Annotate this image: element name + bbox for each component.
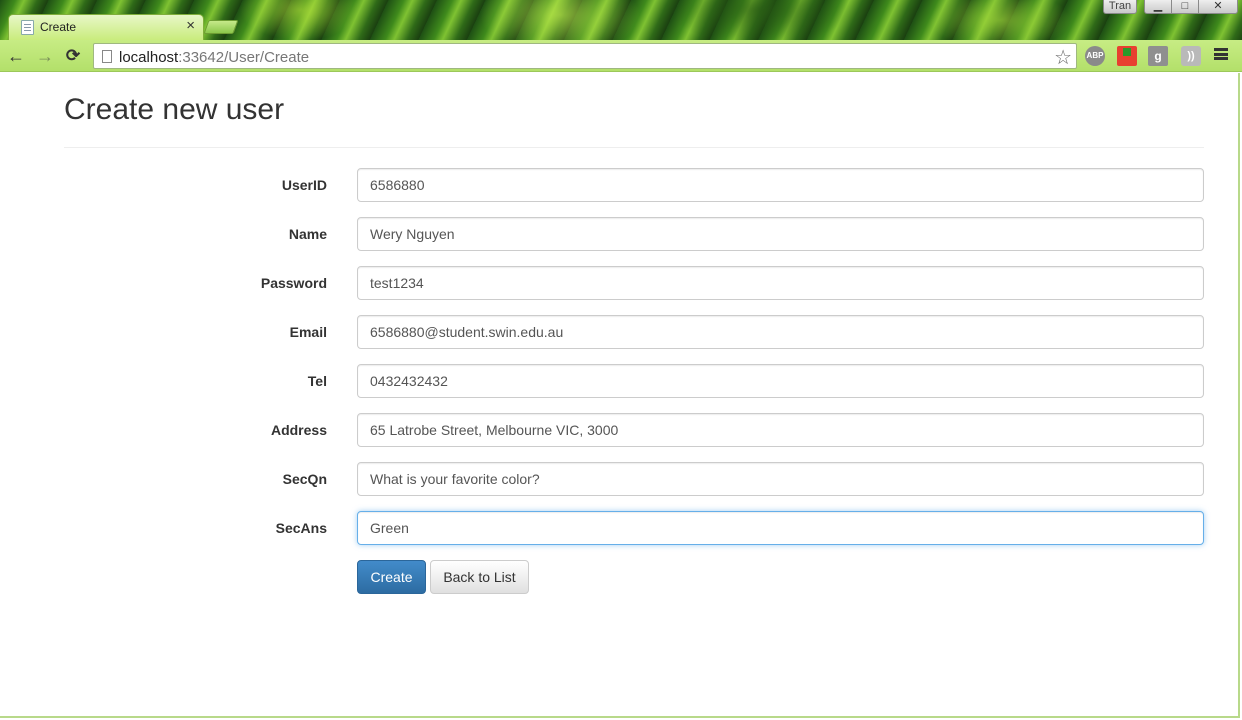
secans-label: SecAns (275, 520, 327, 536)
back-to-list-button[interactable]: Back to List (430, 560, 529, 594)
tel-field[interactable] (357, 364, 1204, 398)
secqn-field[interactable] (357, 462, 1204, 496)
new-tab-button[interactable] (203, 20, 239, 34)
page-icon (21, 20, 34, 35)
form-row-name: Name (0, 217, 1240, 251)
url-path: :33642/User/Create (178, 49, 310, 66)
create-button[interactable]: Create (357, 560, 426, 594)
menu-icon[interactable] (1214, 48, 1228, 60)
page-title: Create new user (64, 93, 285, 126)
tab-create[interactable]: Create × (8, 14, 204, 40)
back-arrow-icon[interactable]: ← (5, 45, 27, 67)
password-field[interactable] (357, 266, 1204, 300)
form-row-secqn: SecQn (0, 462, 1240, 496)
name-field[interactable] (357, 217, 1204, 251)
form-row-address: Address (0, 413, 1240, 447)
email-label: Email (289, 324, 327, 340)
url-text[interactable]: localhost:33642/User/Create (119, 49, 309, 66)
tel-label: Tel (307, 373, 327, 389)
email-field[interactable] (357, 315, 1204, 349)
userid-label: UserID (281, 177, 327, 193)
google-plus-icon[interactable]: g (1148, 46, 1168, 66)
form-row-userid: UserID (0, 168, 1240, 202)
form-row-email: Email (0, 315, 1240, 349)
secans-field[interactable] (357, 511, 1204, 545)
address-bar[interactable]: localhost:33642/User/Create ☆ (93, 43, 1077, 69)
maximize-button[interactable]: □ (1171, 0, 1199, 14)
profile-badge[interactable]: Tran (1103, 0, 1137, 14)
tab-close-icon[interactable]: × (186, 17, 195, 34)
rss-icon[interactable]: )) (1181, 46, 1201, 66)
userid-field[interactable] (357, 168, 1204, 202)
password-label: Password (260, 275, 327, 291)
minimize-button[interactable]: ▁ (1144, 0, 1172, 14)
forward-arrow-icon[interactable]: → (34, 45, 56, 67)
reload-icon[interactable]: ⟳ (62, 45, 84, 67)
tab-title: Create (40, 20, 77, 34)
form-row-password: Password (0, 266, 1240, 300)
extension-icon[interactable] (1117, 46, 1137, 66)
divider (64, 147, 1204, 148)
bookmark-star-icon[interactable]: ☆ (1054, 45, 1072, 70)
form-row-tel: Tel (0, 364, 1240, 398)
close-window-button[interactable]: ✕ (1198, 0, 1238, 14)
url-host: localhost (119, 49, 179, 66)
form-row-secans: SecAns (0, 511, 1240, 545)
name-label: Name (288, 226, 327, 242)
secqn-label: SecQn (282, 471, 327, 487)
window-titlebar: Create × Tran ▁ □ ✕ (0, 0, 1242, 40)
page-icon (102, 50, 112, 63)
page-viewport: Create new user UserID Name Password Ema… (0, 73, 1240, 718)
address-label: Address (270, 422, 327, 438)
address-field[interactable] (357, 413, 1204, 447)
browser-toolbar: ← → ⟳ localhost:33642/User/Create ☆ ABP … (0, 40, 1242, 72)
adblock-icon[interactable]: ABP (1085, 46, 1105, 66)
